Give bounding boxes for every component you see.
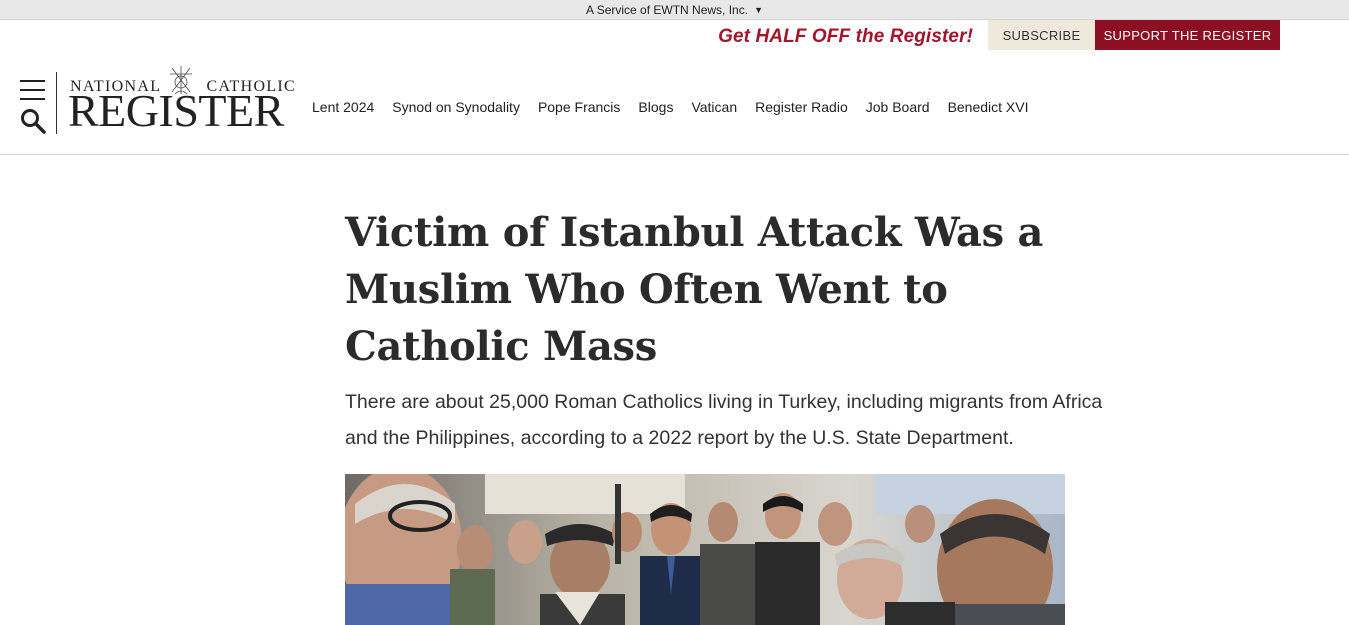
caret-down-icon[interactable]: ▼ [754, 5, 763, 15]
header-divider [56, 72, 57, 134]
nav-item-pope-francis[interactable]: Pope Francis [538, 99, 620, 115]
service-bar-text[interactable]: A Service of EWTN News, Inc. [586, 3, 748, 17]
article-dek: There are about 25,000 Roman Catholics l… [345, 391, 1103, 449]
support-button[interactable]: SUPPORT THE REGISTER [1095, 20, 1280, 50]
promo-link[interactable]: Get HALF OFF the Register! [718, 26, 973, 48]
search-icon[interactable] [20, 108, 46, 134]
service-bar[interactable]: A Service of EWTN News, Inc. ▼ [0, 0, 1349, 20]
nav-item-benedict-xvi[interactable]: Benedict XVI [948, 99, 1029, 115]
nav-item-vatican[interactable]: Vatican [691, 99, 737, 115]
logo-word-register: REGISTER [68, 85, 284, 136]
header-divider-line [0, 154, 1349, 155]
nav-item-job-board[interactable]: Job Board [866, 99, 930, 115]
site-logo[interactable]: NATIONAL CATHOLIC REGISTER [68, 64, 298, 136]
nav-item-blogs[interactable]: Blogs [638, 99, 673, 115]
nav-item-lent-2024[interactable]: Lent 2024 [312, 99, 374, 115]
hamburger-menu-icon[interactable] [20, 80, 45, 100]
nav-item-synod[interactable]: Synod on Synodality [392, 99, 520, 115]
subscribe-button[interactable]: SUBSCRIBE [988, 20, 1095, 50]
main-nav: Lent 2024 Synod on Synodality Pope Franc… [312, 99, 1047, 115]
nav-item-register-radio[interactable]: Register Radio [755, 99, 848, 115]
article-photo [345, 474, 1065, 625]
article-headline: Victim of Istanbul Attack Was a Muslim W… [345, 209, 1044, 370]
